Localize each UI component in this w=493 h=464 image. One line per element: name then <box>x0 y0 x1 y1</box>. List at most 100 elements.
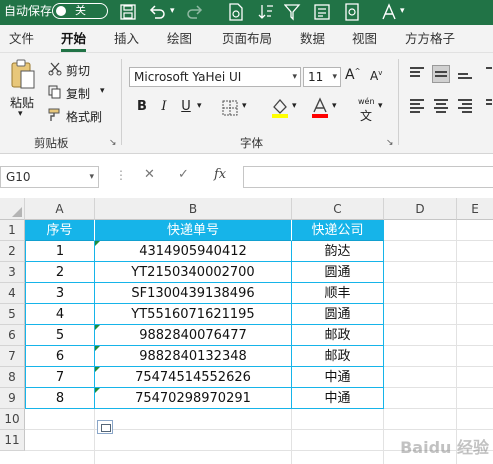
borders-dropdown-icon[interactable]: ▾ <box>242 101 247 111</box>
paste-options-icon[interactable] <box>97 420 113 434</box>
copy-label[interactable]: 复制 <box>66 85 90 102</box>
font-name-select[interactable]: Microsoft YaHei UI ▾ <box>129 67 301 87</box>
table-cell[interactable]: YT2150340002700 <box>95 262 292 283</box>
table-cell[interactable]: 6 <box>25 346 95 367</box>
copy-icon[interactable] <box>48 85 62 99</box>
increase-font-icon[interactable]: A^ <box>345 67 360 83</box>
tab-data[interactable]: 数据 <box>300 25 325 52</box>
table-header-cell[interactable]: 快递公司 <box>292 220 384 241</box>
align-middle-icon[interactable] <box>432 65 450 83</box>
table-cell[interactable]: 75474514552626 <box>95 367 292 388</box>
table-cell[interactable]: YT5516071621195 <box>95 304 292 325</box>
tab-draw[interactable]: 绘图 <box>167 25 192 52</box>
font-size-select[interactable]: 11 ▾ <box>303 67 341 87</box>
table-cell[interactable]: 2 <box>25 262 95 283</box>
enter-icon[interactable]: ✓ <box>178 167 189 182</box>
row-header[interactable]: 5 <box>0 304 25 325</box>
table-cell[interactable]: 7 <box>25 367 95 388</box>
camera-icon[interactable] <box>344 3 360 21</box>
formula-input[interactable] <box>243 166 493 188</box>
sort-icon[interactable] <box>258 3 274 21</box>
name-box[interactable]: G10 ▾ <box>0 166 99 188</box>
table-cell[interactable]: 顺丰 <box>292 283 384 304</box>
align-bottom-icon[interactable] <box>456 65 474 83</box>
table-cell[interactable]: 邮政 <box>292 346 384 367</box>
tab-fangfang[interactable]: 方方格子 <box>405 25 455 52</box>
undo-icon[interactable] <box>148 4 166 20</box>
font-color-dropdown-icon[interactable]: ▾ <box>332 101 337 111</box>
orientation-icon[interactable] <box>484 65 493 83</box>
decrease-font-icon[interactable]: Av <box>370 69 382 83</box>
phonetic-dropdown-icon[interactable]: ▾ <box>378 101 383 111</box>
align-top-icon[interactable] <box>408 65 426 83</box>
undo-dropdown-icon[interactable]: ▾ <box>170 0 175 25</box>
align-center-icon[interactable] <box>432 97 450 115</box>
table-cell[interactable]: 中通 <box>292 367 384 388</box>
cut-icon[interactable] <box>48 62 62 76</box>
bold-button[interactable]: B <box>132 97 152 117</box>
tab-page-layout[interactable]: 页面布局 <box>222 25 272 52</box>
cut-label[interactable]: 剪切 <box>66 62 90 79</box>
paste-dropdown-icon[interactable]: ▾ <box>18 109 23 119</box>
phonetic-icon[interactable]: 文 <box>360 107 372 124</box>
form-icon[interactable] <box>314 3 332 21</box>
row-header[interactable]: 8 <box>0 367 25 388</box>
row-header[interactable]: 1 <box>0 220 25 241</box>
column-header-b[interactable]: B <box>95 198 292 220</box>
error-indicator-icon[interactable] <box>95 367 100 372</box>
copy-dropdown-icon[interactable]: ▾ <box>100 86 105 96</box>
table-cell[interactable]: 圆通 <box>292 304 384 325</box>
row-header[interactable]: 11 <box>0 430 25 451</box>
italic-button[interactable]: I <box>154 97 174 117</box>
print-preview-icon[interactable] <box>228 3 244 21</box>
underline-dropdown-icon[interactable]: ▾ <box>197 101 202 111</box>
align-right-icon[interactable] <box>456 97 474 115</box>
cancel-icon[interactable]: ✕ <box>144 167 155 182</box>
row-header[interactable]: 3 <box>0 262 25 283</box>
table-cell[interactable]: 中通 <box>292 388 384 409</box>
table-cell[interactable]: 3 <box>25 283 95 304</box>
paste-icon[interactable] <box>10 59 36 91</box>
fill-color-dropdown-icon[interactable]: ▾ <box>292 101 297 111</box>
error-indicator-icon[interactable] <box>95 325 100 330</box>
borders-icon[interactable] <box>222 100 240 116</box>
tab-file[interactable]: 文件 <box>9 25 34 52</box>
column-header-c[interactable]: C <box>292 198 384 220</box>
row-header[interactable]: 7 <box>0 346 25 367</box>
tab-insert[interactable]: 插入 <box>114 25 139 52</box>
row-header[interactable]: 4 <box>0 283 25 304</box>
table-cell[interactable]: 5 <box>25 325 95 346</box>
save-icon[interactable] <box>120 4 136 20</box>
error-indicator-icon[interactable] <box>95 388 100 393</box>
align-left-icon[interactable] <box>408 97 426 115</box>
autosave-toggle[interactable]: 关 <box>52 3 108 19</box>
column-header-d[interactable]: D <box>384 198 457 220</box>
table-cell[interactable]: 圆通 <box>292 262 384 283</box>
select-all-corner[interactable] <box>0 198 25 220</box>
table-cell[interactable]: SF1300439138496 <box>95 283 292 304</box>
table-cell[interactable]: 8 <box>25 388 95 409</box>
table-cell[interactable]: 4314905940412 <box>95 241 292 262</box>
qat-dropdown-icon[interactable]: ▾ <box>400 0 405 25</box>
row-header[interactable]: 6 <box>0 325 25 346</box>
row-header[interactable]: 10 <box>0 409 25 430</box>
table-cell[interactable]: 邮政 <box>292 325 384 346</box>
filter-icon[interactable] <box>284 3 302 21</box>
column-header-e[interactable]: E <box>457 198 493 220</box>
table-header-cell[interactable]: 序号 <box>25 220 95 241</box>
font-style-icon[interactable] <box>380 3 398 21</box>
error-indicator-icon[interactable] <box>95 346 100 351</box>
table-cell[interactable]: 9882840076477 <box>95 325 292 346</box>
insert-function-button[interactable]: fx <box>214 167 226 182</box>
table-cell[interactable]: 韵达 <box>292 241 384 262</box>
table-cell[interactable]: 9882840132348 <box>95 346 292 367</box>
error-indicator-icon[interactable] <box>95 241 100 246</box>
format-painter-icon[interactable] <box>48 108 62 122</box>
table-cell[interactable]: 75470298970291 <box>95 388 292 409</box>
font-launcher-icon[interactable]: ↘ <box>386 138 394 148</box>
redo-icon[interactable] <box>186 4 204 20</box>
table-header-cell[interactable]: 快递单号 <box>95 220 292 241</box>
resize-handle-icon[interactable]: ⋮ <box>115 168 127 182</box>
tab-home[interactable]: 开始 <box>61 25 87 52</box>
table-cell[interactable]: 4 <box>25 304 95 325</box>
